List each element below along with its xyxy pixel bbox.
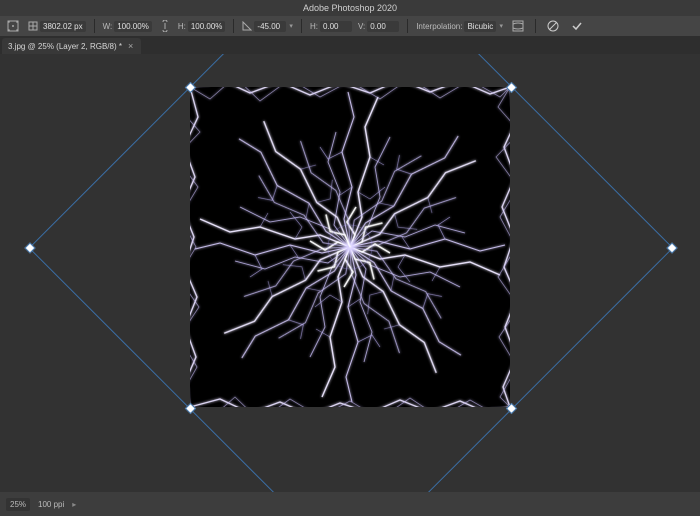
position-field[interactable]: 3802.02 px [28,21,86,32]
reference-point-icon[interactable] [4,18,22,34]
status-expand-icon[interactable]: ▸ [72,500,76,509]
skew-v-field[interactable]: V: 0.00 [358,21,399,32]
cancel-icon [547,20,559,32]
separator [535,19,536,33]
document-tab-strip: 3.jpg @ 25% (Layer 2, RGB/8) * × [0,36,700,54]
document-image[interactable] [190,87,510,407]
angle-value[interactable]: -45.00 [254,21,286,32]
interpolation-label: Interpolation: [416,22,462,31]
interpolation-dropdown-icon[interactable]: ▾ [499,22,503,30]
link-wh-icon[interactable] [158,18,172,34]
canvas-area[interactable] [0,54,700,492]
document-tab[interactable]: 3.jpg @ 25% (Layer 2, RGB/8) * × [2,38,141,54]
transform-handle[interactable] [24,242,35,253]
width-value[interactable]: 100.00% [114,21,152,32]
separator [233,19,234,33]
separator [301,19,302,33]
width-field[interactable]: W: 100.00% [103,21,152,32]
skew-v-value[interactable]: 0.00 [367,21,399,32]
title-bar: Adobe Photoshop 2020 [0,0,700,16]
skew-h-field[interactable]: H: 0.00 [310,21,352,32]
angle-icon [242,21,252,31]
separator [407,19,408,33]
separator [94,19,95,33]
angle-field[interactable]: -45.00 ▾ [242,21,293,32]
width-label: W: [103,22,113,31]
transform-handle[interactable] [666,242,677,253]
status-bar: 25% 100 ppi ▸ [0,492,700,516]
skew-v-label: V: [358,22,365,31]
angle-dropdown-icon[interactable]: ▾ [289,22,293,30]
app-title: Adobe Photoshop 2020 [303,3,397,13]
height-value[interactable]: 100.00% [188,21,226,32]
cancel-transform-button[interactable] [544,18,562,34]
height-field[interactable]: H: 100.00% [178,21,226,32]
position-value[interactable]: 3802.02 px [40,21,86,32]
skew-h-value[interactable]: 0.00 [320,21,352,32]
options-bar: 3802.02 px W: 100.00% H: 100.00% -45.00 … [0,16,700,36]
zoom-level[interactable]: 25% [6,498,30,511]
skew-h-label: H: [310,22,318,31]
height-label: H: [178,22,186,31]
checkmark-icon [571,20,583,32]
interpolation-value[interactable]: Bicubic [464,21,496,32]
warp-mode-icon[interactable] [509,18,527,34]
document-tab-label: 3.jpg @ 25% (Layer 2, RGB/8) * [8,42,122,51]
status-info: 100 ppi [38,500,64,509]
close-tab-button[interactable]: × [128,41,133,51]
position-icon [28,21,38,31]
interpolation-field[interactable]: Interpolation: Bicubic ▾ [416,21,503,32]
commit-transform-button[interactable] [568,18,586,34]
